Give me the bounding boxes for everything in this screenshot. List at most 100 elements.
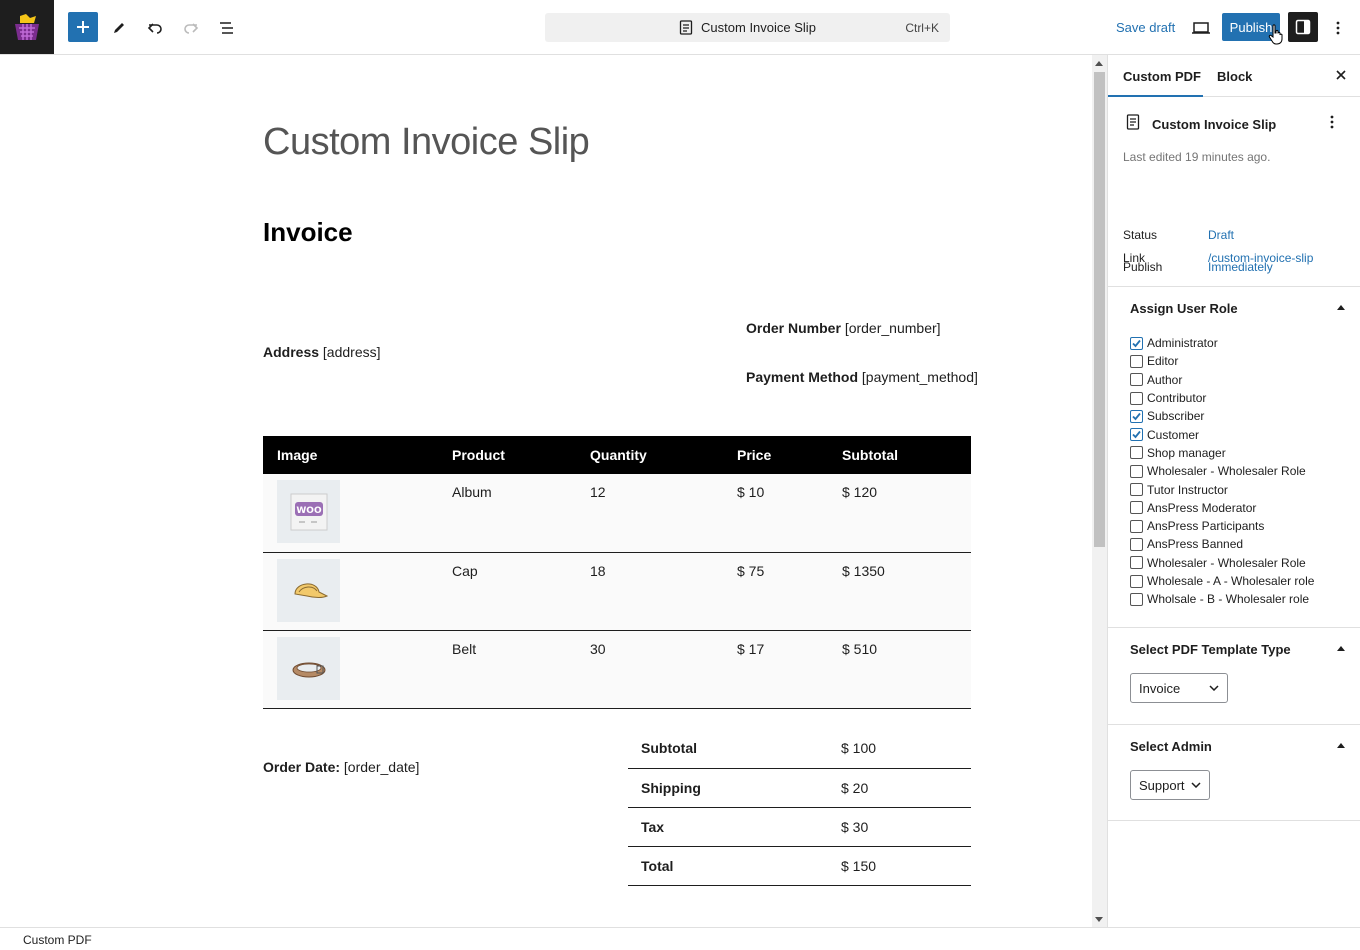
panel-title[interactable]: Assign User Role bbox=[1130, 301, 1238, 316]
canvas-scrollbar[interactable] bbox=[1092, 55, 1107, 927]
order-date-field[interactable]: Order Date: [order_date] bbox=[263, 759, 419, 775]
role-checkbox[interactable] bbox=[1130, 373, 1143, 387]
permalink-link[interactable]: /custom-invoice-slip bbox=[1208, 251, 1313, 265]
role-label: Editor bbox=[1147, 354, 1179, 369]
subtotal-cell: $ 1350 bbox=[828, 552, 971, 631]
role-option[interactable]: Author bbox=[1130, 371, 1314, 389]
template-type-select[interactable]: Invoice bbox=[1130, 673, 1228, 703]
collapse-caret-icon[interactable] bbox=[1337, 646, 1345, 651]
role-checkbox[interactable] bbox=[1130, 537, 1143, 551]
role-checkbox[interactable] bbox=[1130, 483, 1143, 497]
totals-table[interactable]: Subtotal $ 100 Shipping $ 20 Tax $ 30 To… bbox=[628, 729, 971, 886]
panel-title[interactable]: Select Admin bbox=[1130, 739, 1212, 754]
save-draft-button[interactable]: Save draft bbox=[1116, 20, 1175, 35]
role-option[interactable]: Editor bbox=[1130, 352, 1314, 370]
items-table[interactable]: Image Product Quantity Price Subtotal WO… bbox=[263, 436, 971, 709]
role-option[interactable]: Wholesale - A - Wholesaler role bbox=[1130, 572, 1314, 590]
role-option[interactable]: Contributor bbox=[1130, 389, 1314, 407]
role-option[interactable]: AnsPress Banned bbox=[1130, 535, 1314, 553]
settings-toggle-button[interactable] bbox=[1288, 12, 1318, 42]
role-checkbox[interactable] bbox=[1130, 556, 1143, 570]
totals-label: Shipping bbox=[628, 768, 828, 808]
hand-cursor-icon bbox=[1268, 24, 1283, 45]
image-cell: WOO bbox=[263, 474, 438, 553]
document-icon bbox=[679, 20, 693, 35]
table-row: Cap 18 $ 75 $ 1350 bbox=[263, 552, 971, 631]
role-checkbox[interactable] bbox=[1130, 519, 1143, 533]
role-option[interactable]: Administrator bbox=[1130, 334, 1314, 352]
close-icon[interactable] bbox=[1333, 67, 1349, 83]
order-number-field[interactable]: Order Number [order_number] bbox=[746, 320, 941, 336]
role-option[interactable]: Customer bbox=[1130, 425, 1314, 443]
woo-album-thumbnail: WOO bbox=[277, 480, 340, 543]
product-cell: Belt bbox=[438, 630, 576, 709]
payment-method-field[interactable]: Payment Method [payment_method] bbox=[746, 369, 978, 385]
role-option[interactable]: Subscriber bbox=[1130, 407, 1314, 425]
address-label: Address bbox=[263, 344, 320, 360]
options-menu-button[interactable] bbox=[1323, 13, 1353, 43]
sidebar-tabs: Custom PDF Block bbox=[1108, 55, 1360, 97]
payment-method-value: [payment_method] bbox=[861, 369, 978, 385]
role-checkbox[interactable] bbox=[1130, 409, 1143, 423]
column-header: Price bbox=[723, 436, 828, 474]
order-date-label: Order Date: bbox=[263, 759, 341, 775]
quantity-cell: 30 bbox=[576, 630, 723, 709]
role-option[interactable]: Wholesaler - Wholesaler Role bbox=[1130, 462, 1314, 480]
basket-logo-icon bbox=[15, 14, 39, 40]
subtotal-cell: $ 510 bbox=[828, 630, 971, 709]
admin-select[interactable]: Support bbox=[1130, 770, 1210, 800]
totals-value: $ 30 bbox=[828, 807, 971, 847]
post-title[interactable]: Custom Invoice Slip bbox=[263, 121, 590, 164]
undo-button[interactable] bbox=[140, 13, 170, 43]
role-checkbox[interactable] bbox=[1130, 428, 1143, 442]
role-label: Tutor Instructor bbox=[1147, 482, 1228, 497]
role-checkbox[interactable] bbox=[1130, 354, 1143, 368]
product-cell: Cap bbox=[438, 552, 576, 631]
role-option[interactable]: AnsPress Participants bbox=[1130, 517, 1314, 535]
quantity-cell: 18 bbox=[576, 552, 723, 631]
collapse-caret-icon[interactable] bbox=[1337, 305, 1345, 310]
role-option[interactable]: AnsPress Moderator bbox=[1130, 499, 1314, 517]
role-option[interactable]: Tutor Instructor bbox=[1130, 480, 1314, 498]
role-checkbox[interactable] bbox=[1130, 391, 1143, 405]
role-checkbox[interactable] bbox=[1130, 501, 1143, 515]
role-option[interactable]: Wholsale - B - Wholesaler role bbox=[1130, 590, 1314, 608]
role-checkbox[interactable] bbox=[1130, 592, 1143, 606]
role-option[interactable]: Wholesaler - Wholesaler Role bbox=[1130, 554, 1314, 572]
address-field[interactable]: Address [address] bbox=[263, 344, 381, 360]
editor-canvas[interactable]: Custom Invoice Slip Invoice Order Number… bbox=[0, 55, 1092, 927]
command-palette-bar[interactable]: Custom Invoice Slip Ctrl+K bbox=[545, 13, 950, 42]
role-checkbox[interactable] bbox=[1130, 464, 1143, 478]
redo-button[interactable] bbox=[176, 13, 206, 43]
site-logo[interactable] bbox=[0, 0, 54, 54]
role-checkbox[interactable] bbox=[1130, 574, 1143, 588]
totals-value: $ 20 bbox=[828, 768, 971, 808]
scroll-thumb[interactable] bbox=[1094, 72, 1105, 547]
totals-label: Tax bbox=[628, 807, 828, 847]
user-role-list: Administrator Editor Author Contributor Subs… bbox=[1130, 334, 1314, 608]
sidebar-toggle-icon bbox=[1295, 19, 1311, 35]
role-checkbox[interactable] bbox=[1130, 446, 1143, 460]
tools-button[interactable] bbox=[104, 13, 134, 43]
role-label: Wholesaler - Wholesaler Role bbox=[1147, 555, 1306, 570]
document-overview-button[interactable] bbox=[212, 13, 242, 43]
redo-icon bbox=[184, 23, 199, 34]
totals-row: Shipping $ 20 bbox=[628, 768, 971, 808]
selected-admin: Support bbox=[1139, 777, 1185, 793]
tab-custom-pdf[interactable]: Custom PDF bbox=[1123, 69, 1201, 84]
tab-block[interactable]: Block bbox=[1217, 69, 1252, 84]
role-checkbox[interactable] bbox=[1130, 336, 1143, 350]
collapse-caret-icon[interactable] bbox=[1337, 743, 1345, 748]
scroll-up-arrow-icon[interactable] bbox=[1095, 61, 1103, 66]
desktop-preview-icon bbox=[1192, 22, 1210, 34]
role-option[interactable]: Shop manager bbox=[1130, 444, 1314, 462]
kebab-menu-icon[interactable] bbox=[1330, 114, 1334, 130]
breadcrumb[interactable]: Custom PDF bbox=[23, 933, 92, 947]
scroll-down-arrow-icon[interactable] bbox=[1095, 917, 1103, 922]
status-value-link[interactable]: Draft bbox=[1208, 228, 1234, 242]
invoice-heading[interactable]: Invoice bbox=[263, 217, 353, 248]
assign-user-role-panel: Assign User Role Administrator Editor Auth… bbox=[1108, 287, 1360, 628]
panel-title[interactable]: Select PDF Template Type bbox=[1130, 642, 1291, 657]
preview-button[interactable] bbox=[1186, 13, 1216, 43]
add-block-button[interactable] bbox=[68, 12, 98, 42]
